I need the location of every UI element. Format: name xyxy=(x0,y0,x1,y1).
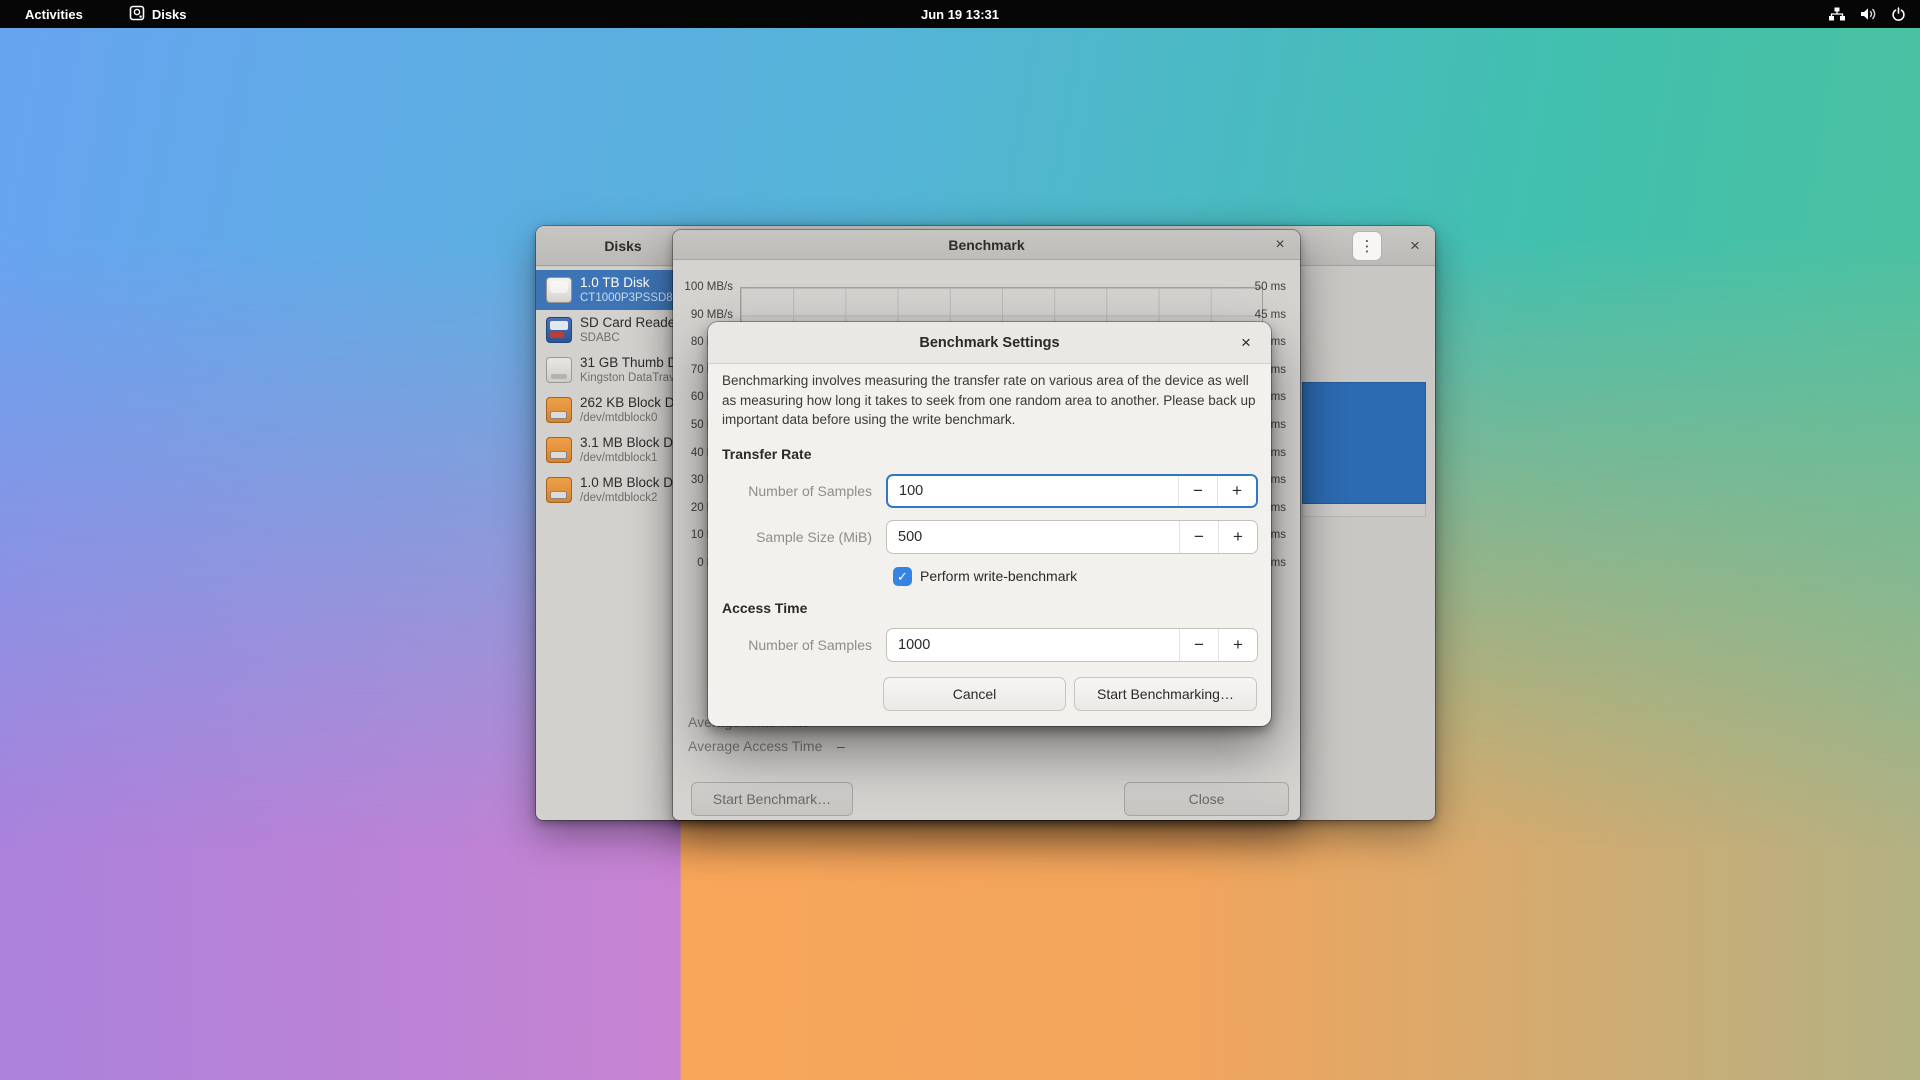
axis-tick-label: 90 MB/s xyxy=(673,309,733,321)
device-subtitle: /dev/mtdblock1 xyxy=(580,451,687,465)
clock[interactable]: Jun 19 13:31 xyxy=(0,7,1920,22)
transfer-samples-value[interactable]: 100 xyxy=(888,476,1178,506)
volume-segment-footer xyxy=(1302,504,1426,517)
settings-dialog-title: Benchmark Settings xyxy=(708,322,1271,364)
benchmark-settings-dialog: Benchmark Settings × Benchmarking involv… xyxy=(708,322,1271,726)
benchmark-close-button[interactable]: Close xyxy=(1124,782,1289,816)
sample-size-value[interactable]: 500 xyxy=(887,521,1179,553)
usb-drive-icon xyxy=(546,357,572,383)
network-wired-icon xyxy=(1828,7,1846,21)
activities-button[interactable]: Activities xyxy=(17,5,91,24)
axis-tick-label: 100 MB/s xyxy=(673,281,733,293)
hard-drive-icon xyxy=(546,277,572,303)
plus-icon[interactable]: + xyxy=(1218,521,1257,553)
volume-icon xyxy=(1860,7,1877,21)
device-title: 1.0 MB Block Dev xyxy=(580,475,687,491)
device-title: 31 GB Thumb Dri xyxy=(580,355,685,371)
average-access-time-label: Average Access Time xyxy=(688,738,822,755)
settings-description: Benchmarking involves measuring the tran… xyxy=(722,371,1257,430)
top-bar: Activities Disks Jun 19 13:31 xyxy=(0,0,1920,28)
disks-menu-button[interactable]: ⋮ xyxy=(1352,231,1382,261)
sample-size-label: Sample Size (MiB) xyxy=(708,520,872,554)
transfer-samples-label: Number of Samples xyxy=(708,474,872,508)
device-title: SD Card Reader xyxy=(580,315,680,331)
block-device-icon xyxy=(546,437,572,463)
settings-headerbar[interactable]: Benchmark Settings × xyxy=(708,322,1271,364)
access-time-heading: Access Time xyxy=(722,600,807,616)
benchmark-headerbar[interactable]: Benchmark × xyxy=(673,230,1300,260)
transfer-rate-heading: Transfer Rate xyxy=(722,446,811,462)
plus-icon[interactable]: + xyxy=(1218,629,1257,661)
minus-icon[interactable]: − xyxy=(1178,476,1217,506)
transfer-samples-spinbutton[interactable]: 100 − + xyxy=(886,474,1258,508)
plus-icon[interactable]: + xyxy=(1217,476,1256,506)
average-access-time-value: – xyxy=(837,738,845,755)
axis-tick-label: 45 ms xyxy=(1226,309,1286,321)
volume-segment[interactable] xyxy=(1302,382,1426,504)
focused-app-name: Disks xyxy=(152,7,187,22)
benchmark-dialog-title: Benchmark xyxy=(673,230,1300,260)
axis-tick-label: 50 ms xyxy=(1226,281,1286,293)
benchmark-close-icon[interactable]: × xyxy=(1268,230,1292,260)
access-samples-spinbutton[interactable]: 1000 − + xyxy=(886,628,1258,662)
disks-close-button[interactable]: × xyxy=(1403,226,1427,266)
device-subtitle: /dev/mtdblock2 xyxy=(580,491,687,505)
block-device-icon xyxy=(546,477,572,503)
write-benchmark-checkbox[interactable]: ✓ xyxy=(893,567,912,586)
focused-app-indicator[interactable]: Disks xyxy=(129,5,187,24)
desktop: Activities Disks Jun 19 13:31 xyxy=(0,0,1920,1080)
device-subtitle: Kingston DataTrav xyxy=(580,371,685,385)
power-icon xyxy=(1891,7,1906,22)
access-samples-value[interactable]: 1000 xyxy=(887,629,1179,661)
minus-icon[interactable]: − xyxy=(1179,521,1218,553)
write-benchmark-label[interactable]: Perform write-benchmark xyxy=(920,567,1077,586)
start-benchmarking-button[interactable]: Start Benchmarking… xyxy=(1074,677,1257,711)
start-benchmark-button[interactable]: Start Benchmark… xyxy=(691,782,853,816)
minus-icon[interactable]: − xyxy=(1179,629,1218,661)
access-samples-label: Number of Samples xyxy=(708,628,872,662)
device-subtitle: SDABC xyxy=(580,331,680,345)
device-title: 1.0 TB Disk xyxy=(580,275,673,291)
block-device-icon xyxy=(546,397,572,423)
cancel-button[interactable]: Cancel xyxy=(883,677,1066,711)
system-tray[interactable] xyxy=(1828,0,1906,28)
disks-app-icon xyxy=(129,5,145,24)
device-subtitle: CT1000P3PSSD8 xyxy=(580,291,673,305)
sample-size-spinbutton[interactable]: 500 − + xyxy=(886,520,1258,554)
device-title: 3.1 MB Block Dev xyxy=(580,435,687,451)
sd-card-icon xyxy=(546,317,572,343)
settings-close-icon[interactable]: × xyxy=(1233,322,1259,364)
